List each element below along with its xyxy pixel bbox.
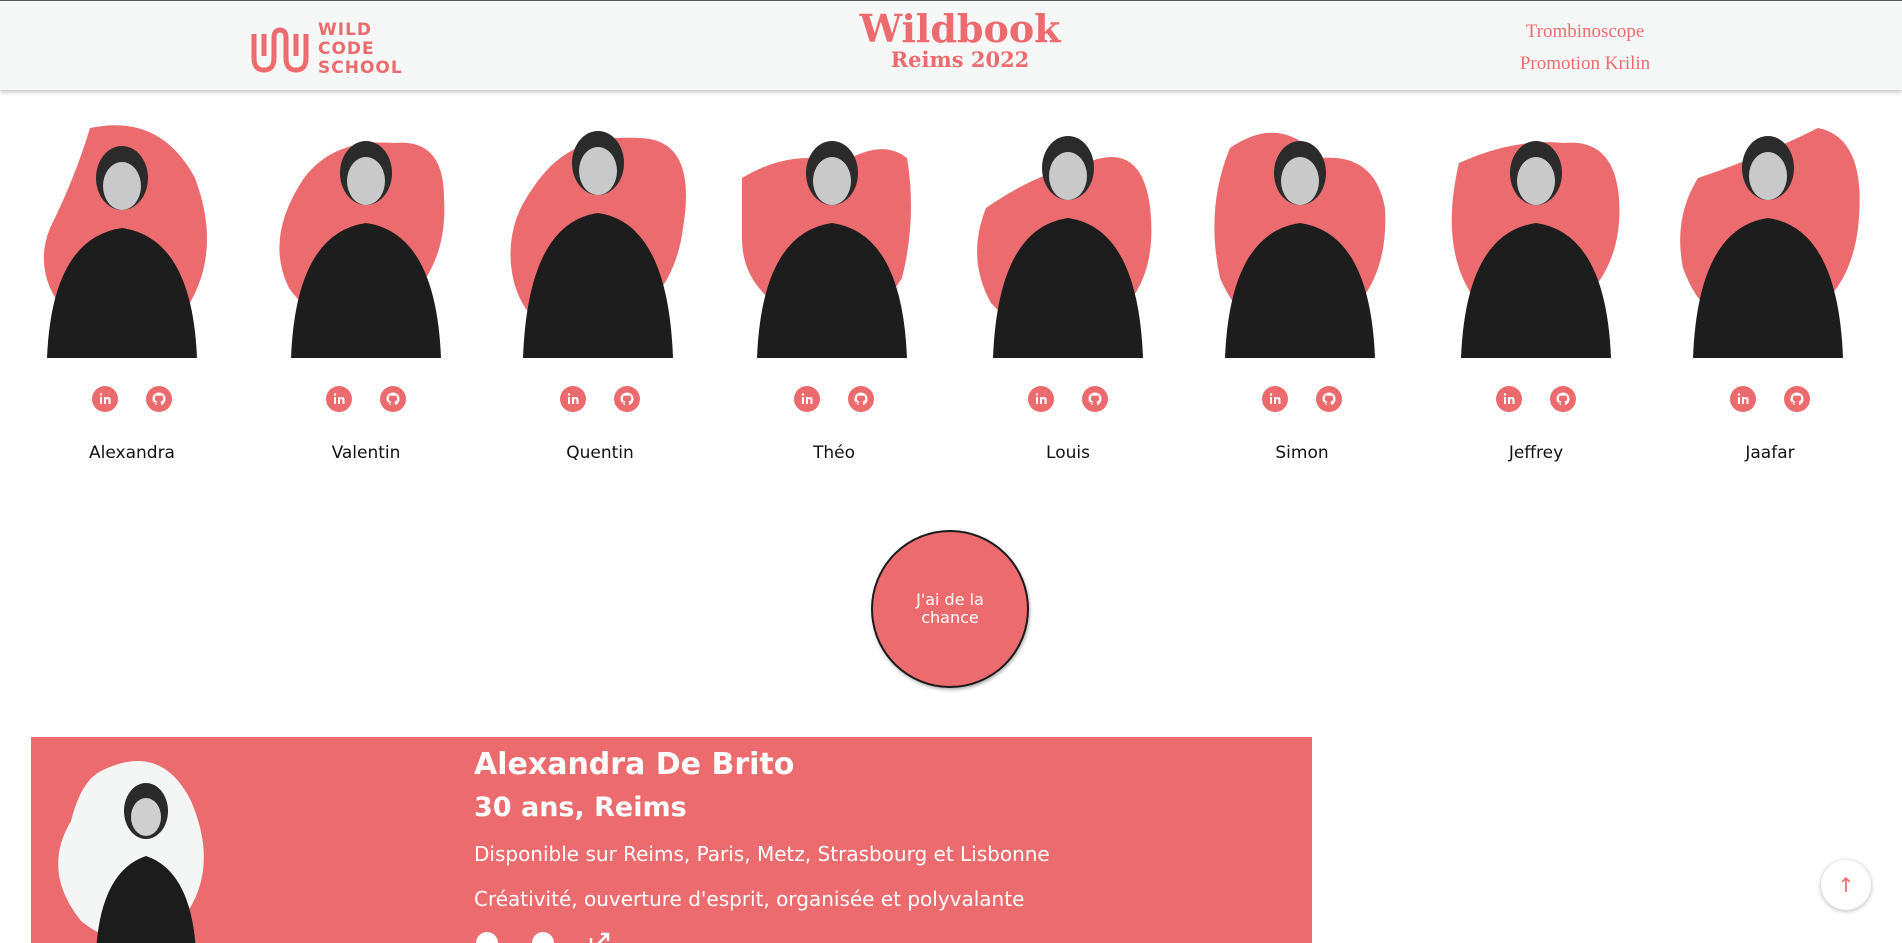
student-name: Jeffrey — [1508, 443, 1564, 463]
student-photo[interactable] — [1434, 118, 1638, 370]
student-photo[interactable] — [732, 118, 936, 370]
student-card[interactable]: Valentin — [264, 118, 468, 478]
linkedin-icon[interactable] — [560, 386, 586, 412]
student-name: Alexandra — [89, 443, 175, 463]
card-links — [474, 930, 612, 943]
student-social-links — [1668, 386, 1872, 412]
linkedin-icon[interactable] — [1262, 386, 1288, 412]
student-card[interactable]: Simon — [1200, 118, 1404, 478]
student-photo[interactable] — [1668, 118, 1872, 370]
student-photo[interactable] — [30, 118, 234, 370]
nav-link-promotion[interactable]: Promotion Krilin — [1460, 48, 1710, 80]
student-card[interactable]: Louis — [966, 118, 1170, 478]
github-icon[interactable] — [1784, 386, 1810, 412]
github-icon[interactable] — [614, 386, 640, 412]
card-availability: Disponible sur Reims, Paris, Metz, Stras… — [474, 842, 1050, 866]
nav-link-trombinoscope[interactable]: Trombinoscope — [1460, 16, 1710, 48]
scroll-to-top-button[interactable]: ↑ — [1821, 860, 1871, 910]
student-photo[interactable] — [264, 118, 468, 370]
github-icon[interactable] — [380, 386, 406, 412]
student-name: Valentin — [331, 443, 401, 463]
linkedin-icon[interactable] — [1730, 386, 1756, 412]
student-photo[interactable] — [498, 118, 702, 370]
card-age-city: 30 ans, Reims — [474, 792, 687, 823]
student-detail-card: Alexandra De Brito 30 ans, Reims Disponi… — [31, 737, 1312, 943]
linkedin-icon[interactable] — [794, 386, 820, 412]
arrow-up-icon: ↑ — [1837, 873, 1855, 897]
student-name: Théo — [812, 443, 856, 463]
student-card[interactable]: Théo — [732, 118, 936, 478]
card-qualities: Créativité, ouverture d'esprit, organisé… — [474, 887, 1025, 911]
student-photo[interactable] — [966, 118, 1170, 370]
card-github-icon[interactable] — [474, 930, 500, 943]
linkedin-icon[interactable] — [1028, 386, 1054, 412]
student-social-links — [30, 386, 234, 412]
github-icon[interactable] — [1550, 386, 1576, 412]
student-gallery: Alexandra Valentin Quentin Théo Louis Simon Je… — [30, 118, 1900, 478]
student-name: Jaafar — [1745, 443, 1795, 463]
header-nav: Trombinoscope Promotion Krilin — [1460, 16, 1710, 80]
linkedin-icon[interactable] — [326, 386, 352, 412]
student-social-links — [264, 386, 468, 412]
card-student-name: Alexandra De Brito — [474, 747, 795, 782]
card-external-link-icon[interactable] — [586, 930, 612, 943]
student-name: Louis — [1046, 443, 1090, 463]
github-icon[interactable] — [146, 386, 172, 412]
student-card[interactable]: Quentin — [498, 118, 702, 478]
student-card[interactable]: Jaafar — [1668, 118, 1872, 478]
lucky-button-label: J'ai de la chance — [916, 590, 984, 627]
student-social-links — [966, 386, 1170, 412]
github-icon[interactable] — [1316, 386, 1342, 412]
student-social-links — [732, 386, 936, 412]
lucky-button[interactable]: J'ai de la chance — [871, 530, 1029, 688]
linkedin-icon[interactable] — [92, 386, 118, 412]
student-social-links — [1434, 386, 1638, 412]
student-social-links — [498, 386, 702, 412]
student-card[interactable]: Jeffrey — [1434, 118, 1638, 478]
student-name: Simon — [1275, 443, 1329, 463]
card-photo — [41, 751, 251, 943]
student-name: Quentin — [566, 443, 634, 463]
student-social-links — [1200, 386, 1404, 412]
top-header: WILD CODE SCHOOL Wildbook Reims 2022 Tro… — [0, 0, 1902, 90]
linkedin-icon[interactable] — [1496, 386, 1522, 412]
github-icon[interactable] — [848, 386, 874, 412]
card-linkedin-icon[interactable] — [530, 930, 556, 943]
github-icon[interactable] — [1082, 386, 1108, 412]
student-card[interactable]: Alexandra — [30, 118, 234, 478]
student-photo[interactable] — [1200, 118, 1404, 370]
